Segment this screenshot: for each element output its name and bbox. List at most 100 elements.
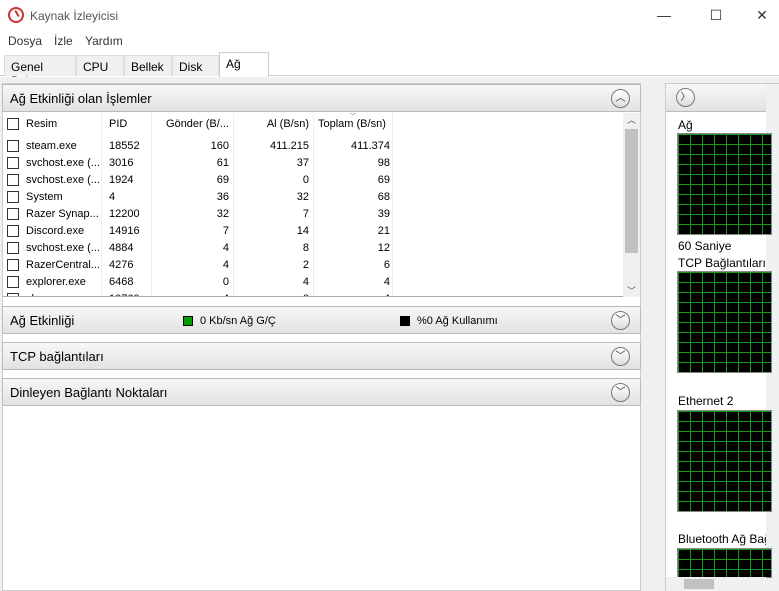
cell-total: 4 xyxy=(318,293,390,296)
cell-name: chrome.exe xyxy=(26,293,83,296)
cell-send: 7 xyxy=(222,225,229,237)
network-io-value: 0 Kb/sn Ağ G/Ç xyxy=(200,315,276,327)
row-checkbox[interactable] xyxy=(7,259,19,271)
table-row[interactable]: svchost.exe (... 1924 69 0 69 xyxy=(3,172,623,189)
tcp-title: TCP bağlantıları xyxy=(10,349,104,364)
process-table: Resim PID Gönder (B/... Al (B/sn) Toplam… xyxy=(3,113,640,297)
ethernet-graph xyxy=(677,410,772,512)
row-checkbox[interactable] xyxy=(7,140,19,152)
row-checkbox[interactable] xyxy=(7,225,19,237)
col-resim[interactable]: Resim xyxy=(26,118,57,130)
cell-total: 12 xyxy=(377,242,390,254)
row-checkbox[interactable] xyxy=(7,293,19,296)
table-row[interactable]: RazerCentral... 4276 4 2 6 xyxy=(3,257,623,274)
io-legend-swatch xyxy=(183,316,193,326)
cell-total: 4 xyxy=(383,276,390,288)
col-gonder[interactable]: Gönder (B/... xyxy=(153,118,229,130)
menu-izle[interactable]: İzle xyxy=(54,34,73,48)
cell-receive: 7 xyxy=(302,208,309,220)
cell-pid: 12200 xyxy=(109,208,140,220)
cell-send: 61 xyxy=(216,157,229,169)
cell-send: 69 xyxy=(216,174,229,186)
cell-total: 39 xyxy=(377,208,390,220)
cell-pid: 4 xyxy=(109,191,116,203)
cell-receive: 14 xyxy=(296,225,309,237)
usage-legend-swatch xyxy=(400,316,410,326)
row-checkbox[interactable] xyxy=(7,191,19,203)
table-row[interactable]: svchost.exe (... 4884 4 8 12 xyxy=(3,240,623,257)
tab-bar: Genel Bakış CPU Bellek Disk Ağ xyxy=(0,52,779,88)
hscroll-thumb[interactable] xyxy=(684,579,714,589)
scroll-down-icon[interactable]: ﹀ xyxy=(623,284,640,297)
row-checkbox[interactable] xyxy=(7,276,19,288)
maximize-button[interactable]: ☐ xyxy=(693,0,739,32)
cell-receive: 2 xyxy=(302,259,309,271)
tab-bellek[interactable]: Bellek xyxy=(124,55,172,76)
cell-name: Discord.exe xyxy=(26,225,85,237)
table-row[interactable]: steam.exe 18552 160 411.215 411.374 xyxy=(3,138,623,155)
menu-yardim[interactable]: Yardım xyxy=(85,34,123,48)
cell-receive: 0 xyxy=(302,174,309,186)
cell-send: 4 xyxy=(222,259,229,271)
cell-total: 6 xyxy=(383,259,390,271)
graph-label-ag: Ağ xyxy=(678,118,693,132)
tcp-section-header[interactable]: TCP bağlantıları ﹀ xyxy=(2,342,641,370)
cell-send: 36 xyxy=(216,191,229,203)
col-al[interactable]: Al (B/sn) xyxy=(235,118,309,130)
cell-name: steam.exe xyxy=(26,140,77,152)
table-row[interactable]: Discord.exe 14916 7 14 21 xyxy=(3,223,623,240)
graph-label-ethernet: Ethernet 2 xyxy=(678,394,734,408)
table-row[interactable]: Razer Synap... 12200 32 7 39 xyxy=(3,206,623,223)
tab-ag[interactable]: Ağ xyxy=(219,52,269,77)
tab-disk[interactable]: Disk xyxy=(172,55,219,76)
processes-title: Ağ Etkinliği olan İşlemler xyxy=(10,91,152,106)
menu-dosya[interactable]: Dosya xyxy=(8,34,42,48)
cell-pid: 18552 xyxy=(109,140,140,152)
graph-panel-header: 〉 xyxy=(666,84,779,112)
cell-pid: 6468 xyxy=(109,276,134,288)
chevron-down-icon[interactable]: ﹀ xyxy=(611,311,630,330)
chevron-down-icon[interactable]: ﹀ xyxy=(611,347,630,366)
chevron-up-icon[interactable]: ︿ xyxy=(611,89,630,108)
table-row[interactable]: svchost.exe (... 3016 61 37 98 xyxy=(3,155,623,172)
table-row[interactable]: explorer.exe 6468 0 4 4 xyxy=(3,274,623,291)
select-all-checkbox[interactable] xyxy=(7,118,19,130)
cell-total: 21 xyxy=(377,225,390,237)
network-usage-value: %0 Ağ Kullanımı xyxy=(417,315,498,327)
minimize-button[interactable]: — xyxy=(641,0,687,32)
cell-name: System xyxy=(26,191,63,203)
graph-panel-hscrollbar[interactable] xyxy=(666,577,766,591)
col-pid[interactable]: PID xyxy=(109,118,127,130)
network-activity-section-header[interactable]: Ağ Etkinliği 0 Kb/sn Ağ G/Ç %0 Ağ Kullan… xyxy=(2,306,641,334)
row-checkbox[interactable] xyxy=(7,242,19,254)
scroll-up-icon[interactable]: ︿ xyxy=(623,113,640,126)
cell-total: 68 xyxy=(377,191,390,203)
cell-name: svchost.exe (... xyxy=(26,242,100,254)
row-checkbox[interactable] xyxy=(7,174,19,186)
table-header: Resim PID Gönder (B/... Al (B/sn) Toplam… xyxy=(3,113,623,133)
row-checkbox[interactable] xyxy=(7,157,19,169)
table-row[interactable]: System 4 36 32 68 xyxy=(3,189,623,206)
listening-section-header[interactable]: Dinleyen Bağlantı Noktaları ﹀ xyxy=(2,378,641,406)
cell-send: 32 xyxy=(216,208,229,220)
cell-send: 160 xyxy=(210,140,229,152)
cell-receive: 4 xyxy=(302,276,309,288)
cell-receive: 32 xyxy=(296,191,309,203)
tab-genel-bakis[interactable]: Genel Bakış xyxy=(4,55,76,88)
processes-section-header[interactable]: Ağ Etkinliği olan İşlemler ︿ xyxy=(2,84,641,112)
cell-pid: 3016 xyxy=(109,157,134,169)
chevron-right-icon[interactable]: 〉 xyxy=(676,88,695,107)
tab-cpu[interactable]: CPU xyxy=(76,55,124,76)
row-checkbox[interactable] xyxy=(7,208,19,220)
cell-pid: 4276 xyxy=(109,259,134,271)
window-title: Kaynak İzleyicisi xyxy=(30,9,119,23)
listening-title: Dinleyen Bağlantı Noktaları xyxy=(10,385,168,400)
cell-receive: 8 xyxy=(302,242,309,254)
cell-name: svchost.exe (... xyxy=(26,157,100,169)
close-button[interactable]: ✕ xyxy=(739,0,779,32)
table-row[interactable]: chrome.exe 10760 4 0 4 xyxy=(3,291,623,296)
scrollbar-thumb[interactable] xyxy=(625,129,638,253)
network-graph xyxy=(677,133,772,235)
title-bar: Kaynak İzleyicisi — ☐ ✕ xyxy=(0,0,779,32)
chevron-down-icon[interactable]: ﹀ xyxy=(611,383,630,402)
